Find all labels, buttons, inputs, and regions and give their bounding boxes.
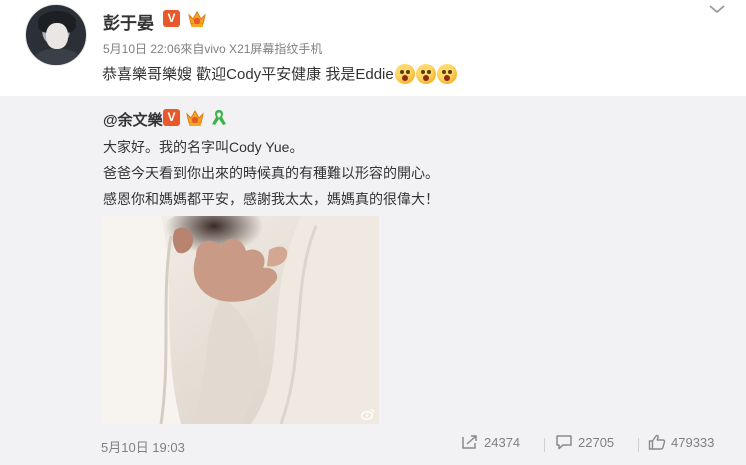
weibo-post: 彭于晏 V 5月10日 22:06來自vivo X21屏幕指纹手机 恭喜樂哥樂嫂… bbox=[0, 0, 746, 465]
reposted-content: @余文樂 V 大家好。我的名字叫Cody Yue。 爸爸今天看到你出來的時候真的… bbox=[0, 96, 746, 465]
repost-text-line: 爸爸今天看到你出來的時候真的有種難以形容的開心。 bbox=[103, 165, 439, 181]
emoji-group bbox=[394, 63, 458, 84]
like-count: 479333 bbox=[671, 434, 715, 450]
green-ribbon-icon[interactable] bbox=[210, 108, 228, 127]
avatar-shirt bbox=[34, 49, 80, 65]
comment-icon bbox=[556, 435, 572, 450]
repost-text-line: 大家好。我的名字叫Cody Yue。 bbox=[103, 139, 304, 155]
weibo-watermark-icon bbox=[361, 408, 375, 420]
repost-icon bbox=[462, 435, 477, 449]
thumbs-up-icon bbox=[648, 434, 666, 450]
repost-photo[interactable] bbox=[101, 216, 379, 424]
post-text: 恭喜樂哥樂嫂 歡迎Cody平安健康 我是Eddie bbox=[102, 63, 458, 84]
action-divider bbox=[638, 438, 639, 452]
repost-author-link[interactable]: @余文樂 bbox=[103, 109, 163, 130]
action-divider bbox=[544, 438, 545, 452]
repost-button[interactable]: 24374 bbox=[461, 434, 520, 450]
vip-crown-icon[interactable] bbox=[185, 108, 205, 127]
shocked-face-emoji bbox=[436, 63, 457, 84]
avatar-face bbox=[46, 23, 68, 49]
author-name[interactable]: 彭于晏 bbox=[103, 9, 154, 34]
post-text-content: 恭喜樂哥樂嫂 歡迎Cody平安健康 我是Eddie bbox=[102, 66, 394, 83]
verified-v-icon: V bbox=[163, 10, 180, 27]
repost-count: 24374 bbox=[484, 434, 521, 450]
baby-hand-photo-illustration bbox=[101, 216, 379, 424]
like-button[interactable]: 479333 bbox=[648, 434, 714, 450]
verified-v-icon: V bbox=[163, 109, 180, 126]
comment-button[interactable]: 22705 bbox=[555, 434, 614, 450]
post-meta: 5月10日 22:06來自vivo X21屏幕指纹手机 bbox=[103, 42, 323, 56]
shocked-face-emoji bbox=[394, 63, 415, 84]
comment-count: 22705 bbox=[578, 434, 615, 450]
chevron-down-icon[interactable] bbox=[708, 3, 726, 15]
vip-crown-icon[interactable] bbox=[187, 9, 207, 28]
shocked-face-emoji bbox=[415, 63, 436, 84]
avatar[interactable] bbox=[25, 4, 87, 66]
repost-timestamp[interactable]: 5月10日 19:03 bbox=[101, 437, 185, 456]
repost-text-line: 感恩你和媽媽都平安，感謝我太太，媽媽真的很偉大！ bbox=[103, 191, 439, 207]
